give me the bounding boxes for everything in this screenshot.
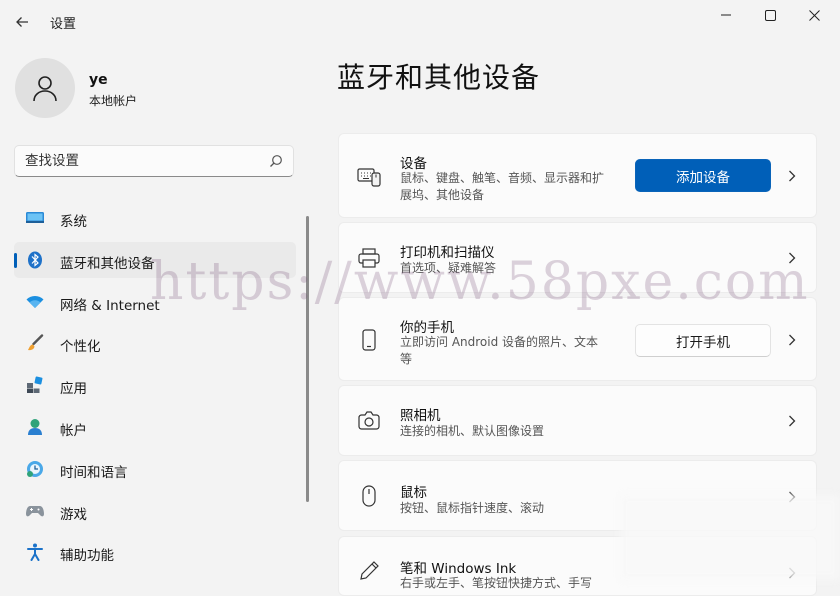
sidebar-item-label: 帐户 — [60, 422, 87, 439]
sidebar-item-gaming[interactable]: 游戏 — [14, 493, 296, 529]
sidebar-item-label: 网络 & Internet — [60, 297, 160, 314]
add-device-button[interactable]: 添加设备 — [635, 159, 771, 192]
maximize-icon — [764, 9, 776, 21]
card-title: 打印机和扫描仪 — [400, 245, 495, 261]
sidebar-item-label: 系统 — [60, 214, 87, 230]
chevron-right-icon[interactable] — [786, 252, 798, 264]
close-button[interactable] — [792, 4, 836, 26]
search-box[interactable] — [14, 145, 294, 177]
printer-icon — [357, 246, 381, 270]
devices-icon — [357, 164, 381, 188]
system-icon — [26, 209, 44, 227]
search-icon[interactable] — [269, 154, 283, 168]
phone-icon — [357, 328, 381, 352]
account-type: 本地帐户 — [89, 94, 138, 108]
back-button[interactable] — [10, 10, 34, 34]
card-description: 连接的相机、默认图像设置 — [400, 424, 545, 438]
your-phone-card[interactable]: 你的手机 立即访问 Android 设备的照片、文本等 打开手机 — [338, 297, 817, 381]
mouse-icon — [357, 484, 381, 508]
sidebar-item-label: 时间和语言 — [60, 464, 128, 481]
minimize-icon — [721, 14, 731, 16]
devices-card[interactable]: 设备 鼠标、键盘、触笔、音频、显示器和扩展坞、其他设备 添加设备 — [338, 133, 817, 218]
accessibility-icon — [26, 543, 44, 562]
blurred-region — [620, 495, 840, 580]
sidebar-item-accessibility[interactable]: 辅助功能 — [14, 534, 296, 570]
card-title: 设备 — [400, 156, 427, 172]
card-description: 按钮、鼠标指针速度、滚动 — [400, 501, 545, 515]
title-bar: 设置 — [0, 0, 840, 44]
window-title: 设置 — [50, 17, 77, 32]
page-title: 蓝牙和其他设备 — [337, 61, 541, 94]
open-phone-button[interactable]: 打开手机 — [635, 324, 771, 357]
back-arrow-icon — [16, 17, 28, 27]
chevron-right-icon[interactable] — [786, 415, 798, 427]
accounts-icon — [26, 418, 44, 436]
camera-card[interactable]: 照相机 连接的相机、默认图像设置 — [338, 385, 817, 456]
user-icon — [33, 76, 57, 102]
card-description: 立即访问 Android 设备的照片、文本等 — [400, 335, 599, 366]
apps-icon — [26, 376, 44, 394]
card-title: 鼠标 — [400, 485, 427, 501]
chevron-right-icon[interactable] — [786, 170, 798, 182]
minimize-button[interactable] — [704, 4, 748, 26]
sidebar-item-apps[interactable]: 应用 — [14, 367, 296, 403]
maximize-button[interactable] — [748, 4, 792, 26]
close-icon — [808, 9, 820, 21]
sidebar-item-system[interactable]: 系统 — [14, 200, 296, 236]
avatar[interactable] — [15, 58, 75, 118]
sidebar-item-label: 个性化 — [60, 339, 101, 356]
gaming-icon — [26, 502, 44, 520]
time-language-icon — [26, 460, 44, 478]
bluetooth-icon — [26, 251, 44, 269]
sidebar-scrollbar[interactable] — [306, 216, 309, 502]
card-title: 你的手机 — [400, 320, 454, 336]
personalization-icon — [26, 334, 44, 352]
sidebar-item-label: 应用 — [60, 381, 87, 398]
sidebar-item-label: 辅助功能 — [60, 548, 114, 565]
sidebar-item-label: 游戏 — [60, 506, 87, 523]
card-title: 笔和 Windows Ink — [400, 561, 517, 577]
sidebar-nav: 系统 蓝牙和其他设备 网络 & Internet 个性化 应用 帐户 时间和语言… — [14, 200, 296, 576]
card-description: 首选项、疑难解答 — [400, 261, 497, 275]
printers-card[interactable]: 打印机和扫描仪 首选项、疑难解答 — [338, 222, 817, 293]
chevron-right-icon[interactable] — [786, 334, 798, 346]
card-description: 鼠标、键盘、触笔、音频、显示器和扩展坞、其他设备 — [400, 171, 605, 202]
pen-icon — [357, 559, 381, 583]
network-icon — [26, 293, 44, 311]
sidebar-item-personalization[interactable]: 个性化 — [14, 325, 296, 361]
selection-indicator — [14, 252, 17, 268]
camera-icon — [357, 409, 381, 433]
sidebar-item-bluetooth[interactable]: 蓝牙和其他设备 — [14, 241, 296, 278]
sidebar-item-network[interactable]: 网络 & Internet — [14, 284, 296, 320]
sidebar-item-label: 蓝牙和其他设备 — [60, 255, 155, 272]
card-title: 照相机 — [400, 408, 441, 424]
sidebar-item-accounts[interactable]: 帐户 — [14, 409, 296, 445]
card-description: 右手或左手、笔按钮快捷方式、手写 — [400, 576, 593, 590]
search-input[interactable] — [25, 152, 255, 170]
user-name: ye — [89, 72, 108, 88]
sidebar-item-time-language[interactable]: 时间和语言 — [14, 451, 296, 487]
